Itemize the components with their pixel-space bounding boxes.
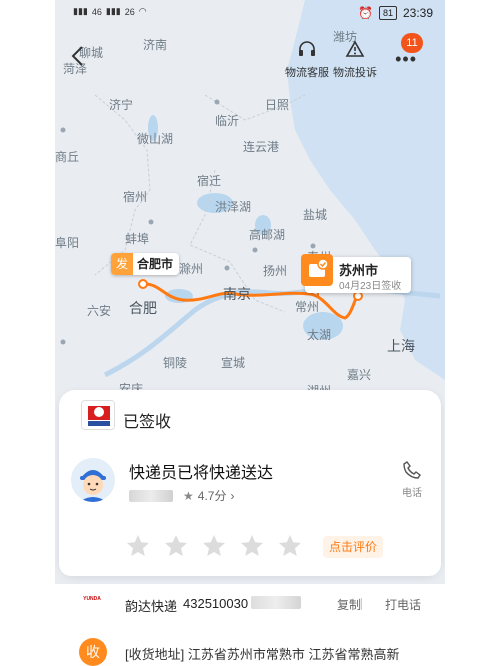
divider: [361, 598, 362, 610]
map-label-xuancheng: 宣城: [220, 356, 246, 370]
clock: 23:39: [402, 6, 433, 20]
receive-badge: 收: [79, 638, 107, 666]
map-label-shangqiu: 商丘: [55, 150, 80, 164]
package-icon: [301, 254, 333, 286]
map-label-rizhao: 日照: [264, 98, 290, 112]
signal-icon: ▮▮▮: [73, 6, 88, 16]
map-label-yangzhou: 扬州: [262, 264, 288, 278]
origin-city: 合肥市: [137, 257, 174, 271]
map-label-jiaxing: 嘉兴: [346, 368, 372, 382]
map-label-jining: 济宁: [108, 98, 134, 112]
map-label-hongzehu: 洪泽湖: [214, 200, 252, 214]
star-icon[interactable]: [277, 533, 303, 559]
rate-button[interactable]: 点击评价: [322, 536, 383, 558]
call-courier-button[interactable]: 电话: [397, 460, 427, 499]
status-bar: ▮▮▮ 46 ▮▮▮ 26 ◠ ⏰ 81 23:39: [55, 0, 445, 28]
rating-value: 4.7分: [197, 489, 227, 503]
service-label: 物流客服: [285, 67, 329, 79]
delivered-date: 04月23日签收: [339, 281, 402, 292]
star-icon[interactable]: [163, 533, 189, 559]
map-label-tongling: 铜陵: [162, 356, 188, 370]
star-icon[interactable]: [125, 533, 151, 559]
courier-rating[interactable]: ★ 4.7分 ›: [129, 487, 234, 504]
copy-button[interactable]: 复制: [337, 596, 361, 613]
chevron-right-icon: ›: [230, 488, 235, 503]
origin-tag: 发: [111, 253, 134, 275]
star-icon[interactable]: [239, 533, 265, 559]
signal-icon-2: ▮▮▮: [105, 6, 121, 16]
address-row: 收 [收货地址] 江苏省苏州市常熟市 江苏省常熟高新: [55, 624, 445, 666]
tracking-number: 432510030: [183, 596, 249, 611]
complaint-button[interactable]: 物流投诉: [329, 40, 381, 80]
map-label-lianyungang: 连云港: [242, 140, 280, 154]
courier-avatar: [71, 458, 115, 502]
map-label-bengbu: 蚌埠: [124, 232, 150, 246]
rating-stars[interactable]: [125, 533, 303, 559]
wifi-icon: ◠: [138, 6, 147, 16]
map-label-fuyang: 阜阳: [55, 236, 80, 250]
headset-icon: [299, 41, 315, 56]
map-label-taihu: 太湖: [306, 328, 332, 342]
map-label-gaoyouhu: 高邮湖: [248, 228, 286, 242]
rating-star-icon: ★: [183, 488, 194, 503]
map-label-liuan: 六安: [86, 304, 112, 318]
map-label-hefei: 合肥: [129, 300, 157, 316]
map-label-nanjing: 南京: [223, 286, 251, 302]
courier-info-row: YUNDA 韵达快递 432510030 复制 打电话: [55, 584, 445, 624]
phone-icon: [403, 461, 421, 479]
delivery-status: 已签收: [123, 414, 172, 431]
origin-marker[interactable]: 发 合肥市: [111, 253, 180, 275]
alarm-icon: ⏰: [358, 6, 373, 20]
courier-company: 韵达快递: [125, 599, 178, 614]
back-icon[interactable]: [69, 44, 87, 68]
route-end-dot: [353, 291, 363, 301]
map-label-shanghai: 上海: [387, 338, 415, 354]
signal-right-label: 26: [124, 6, 135, 17]
courier-panel: 快递员已将快递送达 ★ 4.7分 › 电话 点击评价: [59, 440, 441, 576]
map-label-jinan: 济南: [142, 38, 168, 52]
complaint-label: 物流投诉: [333, 67, 377, 79]
call-button[interactable]: 打电话: [385, 596, 421, 613]
map-label-linyi: 临沂: [214, 114, 240, 128]
map-label-weishanhu: 微山湖: [136, 132, 174, 146]
star-icon[interactable]: [201, 533, 227, 559]
more-icon[interactable]: •••: [395, 49, 417, 70]
yunda-logo: YUNDA: [77, 595, 107, 613]
app-screen: 济南潍坊临沂日照济宁微山湖连云港商丘宿迁宿州洪泽湖盐城蚌埠高邮湖阜阳滁州扬州泰州…: [55, 0, 445, 666]
courier-logo: [81, 400, 115, 430]
yunda-logo-text: YUNDA: [83, 596, 101, 602]
phone-label: 电话: [402, 488, 422, 499]
route-start-dot: [138, 279, 148, 289]
warning-icon: [345, 40, 365, 57]
map-label-changzhou: 常州: [294, 300, 320, 314]
map-label-chuzhou: 滁州: [178, 262, 204, 276]
map-label-suqian: 宿迁: [196, 174, 222, 188]
service-button[interactable]: 物流客服: [281, 40, 333, 80]
delivery-address: [收货地址] 江苏省苏州市常熟市 江苏省常熟高新: [125, 647, 400, 662]
battery-icon: 81: [378, 6, 397, 20]
tracking-blurred: [251, 596, 301, 609]
map-label-yancheng: 盐城: [302, 208, 328, 222]
signal-left-label: 46: [91, 6, 102, 17]
map-label-suzhou_ah: 宿州: [122, 190, 148, 204]
destination-marker[interactable]: 苏州市 04月23日签收: [301, 254, 411, 293]
delivery-card: 已签收 快递员已将快递送达 ★ 4.7分 › 电话 点击评价: [59, 390, 441, 576]
courier-message: 快递员已将快递送达: [129, 465, 274, 482]
courier-name-blurred: [129, 489, 173, 502]
